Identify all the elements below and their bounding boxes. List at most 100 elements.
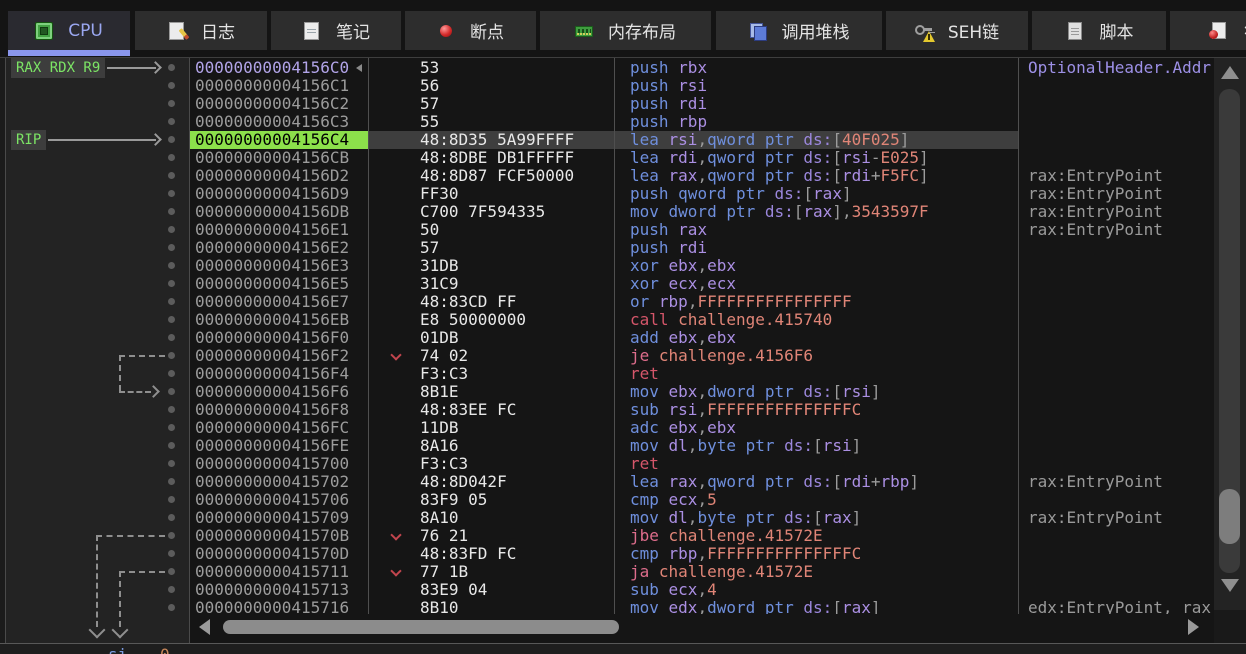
address-cell[interactable]: 00000000004156FC [190,419,368,437]
comment-cell[interactable] [1018,347,1214,365]
comment-cell[interactable]: rax:EntryPoint [1018,473,1214,491]
comment-cell[interactable] [1018,293,1214,311]
address-cell[interactable]: 00000000004156F4 [190,365,368,383]
instruction-cell[interactable]: lea rdi,qword ptr ds:[rsi-E025] [614,149,1018,167]
horizontal-scrollbar[interactable] [190,614,1214,642]
breakpoint-dot[interactable] [168,64,175,71]
bytes-cell[interactable]: 57 [368,239,614,257]
address-cell[interactable]: 000000000041570D [190,545,368,563]
instruction-cell[interactable]: lea rsi,qword ptr ds:[40F025] [614,131,1018,149]
scroll-up-arrow-icon[interactable] [1221,66,1239,79]
tab-breakpoints[interactable]: 断点 [405,11,536,50]
comment-cell[interactable] [1018,113,1214,131]
disasm-row[interactable]: 00000000004156E2 57 push rdi [190,239,1214,257]
address-cell[interactable]: 00000000004156D9 [190,185,368,203]
comment-cell[interactable] [1018,77,1214,95]
disasm-row[interactable]: 00000000004156E3 31DB xor ebx,ebx [190,257,1214,275]
bytes-cell[interactable]: 74 02 [368,347,614,365]
instruction-cell[interactable]: je challenge.4156F6 [614,347,1018,365]
address-cell[interactable]: 00000000004156F2 [190,347,368,365]
bytes-cell[interactable]: 31DB [368,257,614,275]
vertical-scrollbar[interactable] [1214,58,1246,644]
breakpoint-dot[interactable] [168,532,175,539]
bytes-cell[interactable]: 83E9 04 [368,581,614,599]
address-cell[interactable]: 00000000004156F0 [190,329,368,347]
breakpoint-dot[interactable] [168,514,175,521]
bytes-cell[interactable]: 83F9 05 [368,491,614,509]
address-cell[interactable]: 00000000004156C1 [190,77,368,95]
bytes-cell[interactable]: 8B1E [368,383,614,401]
bytes-cell[interactable]: 48:8D87 FCF50000 [368,167,614,185]
breakpoint-dot[interactable] [168,82,175,89]
disasm-row[interactable]: 00000000004156F8 48:83EE FC sub rsi,FFFFFF… [190,401,1214,419]
address-cell[interactable]: 0000000000415702 [190,473,368,491]
breakpoint-dot[interactable] [168,442,175,449]
instruction-cell[interactable]: lea rax,qword ptr ds:[rdi+rbp] [614,473,1018,491]
disasm-row[interactable]: 00000000004156F6 8B1E mov ebx,dword ptr ds… [190,383,1214,401]
address-cell[interactable]: 00000000004156E2 [190,239,368,257]
breakpoint-dot[interactable] [168,586,175,593]
breakpoint-dot[interactable] [168,568,175,575]
breakpoint-dot[interactable] [168,172,175,179]
instruction-cell[interactable]: or rbp,FFFFFFFFFFFFFFFF [614,293,1018,311]
address-cell[interactable]: 00000000004156D2 [190,167,368,185]
disasm-row[interactable]: 000000000041570D 48:83FD FC cmp rbp,FFFFFF… [190,545,1214,563]
breakpoint-dot[interactable] [168,604,175,611]
disasm-row[interactable]: 00000000004156C4 48:8D35 5A99FFFF lea rsi,… [190,131,1214,149]
instruction-cell[interactable]: xor ebx,ebx [614,257,1018,275]
instruction-cell[interactable]: sub ecx,4 [614,581,1018,599]
bytes-cell[interactable]: 55 [368,113,614,131]
comment-cell[interactable] [1018,239,1214,257]
breakpoint-dot[interactable] [168,280,175,287]
disasm-row[interactable]: 00000000004156C0 53 push rbx OptionalHeader… [190,59,1214,77]
disasm-row[interactable]: 00000000004156E7 48:83CD FF or rbp,FFFFFFF… [190,293,1214,311]
instruction-cell[interactable]: push rdi [614,239,1018,257]
instruction-cell[interactable]: push rax [614,221,1018,239]
bytes-cell[interactable]: 57 [368,95,614,113]
tab-symbols[interactable]: 符 [1170,11,1246,50]
instruction-cell[interactable]: jbe challenge.41572E [614,527,1018,545]
breakpoint-dot[interactable] [168,100,175,107]
instruction-cell[interactable]: ret [614,455,1018,473]
breakpoint-dot[interactable] [168,424,175,431]
comment-cell[interactable]: rax:EntryPoint [1018,167,1214,185]
breakpoint-dot[interactable] [168,118,175,125]
instruction-cell[interactable]: push rbx [614,59,1018,77]
tab-script[interactable]: 脚本 [1032,11,1166,50]
bytes-cell[interactable]: 8A16 [368,437,614,455]
breakpoint-dot[interactable] [168,352,175,359]
instruction-cell[interactable]: cmp ecx,5 [614,491,1018,509]
disasm-row[interactable]: 00000000004156C1 56 push rsi [190,77,1214,95]
comment-cell[interactable] [1018,149,1214,167]
comment-cell[interactable] [1018,257,1214,275]
address-cell[interactable]: 00000000004156E7 [190,293,368,311]
breakpoint-dot[interactable] [168,154,175,161]
address-cell[interactable]: 00000000004156CB [190,149,368,167]
address-cell[interactable]: 00000000004156F6 [190,383,368,401]
comment-cell[interactable] [1018,401,1214,419]
breakpoint-dot[interactable] [168,460,175,467]
instruction-cell[interactable]: push rdi [614,95,1018,113]
comment-cell[interactable]: OptionalHeader.Addr [1018,59,1214,77]
comment-cell[interactable]: rax:EntryPoint [1018,185,1214,203]
breakpoint-dot[interactable] [168,136,175,143]
address-cell[interactable]: 00000000004156FE [190,437,368,455]
address-cell[interactable]: 00000000004156DB [190,203,368,221]
instruction-cell[interactable]: push qword ptr ds:[rax] [614,185,1018,203]
comment-cell[interactable] [1018,275,1214,293]
disasm-row[interactable]: 00000000004156FC 11DB adc ebx,ebx [190,419,1214,437]
disasm-row[interactable]: 00000000004156F4 F3:C3 ret [190,365,1214,383]
breakpoint-dot[interactable] [168,316,175,323]
address-cell[interactable]: 0000000000415711 [190,563,368,581]
scroll-down-arrow-icon[interactable] [1221,579,1239,592]
breakpoint-dot[interactable] [168,478,175,485]
comment-cell[interactable] [1018,437,1214,455]
address-cell[interactable]: 00000000004156C3 [190,113,368,131]
disasm-row[interactable]: 000000000041570B 76 21 jbe challenge.41572… [190,527,1214,545]
breakpoint-dot[interactable] [168,190,175,197]
instruction-cell[interactable]: mov ebx,dword ptr ds:[rsi] [614,383,1018,401]
breakpoint-dot[interactable] [168,226,175,233]
address-cell[interactable]: 00000000004156E1 [190,221,368,239]
comment-cell[interactable] [1018,365,1214,383]
comment-cell[interactable] [1018,527,1214,545]
